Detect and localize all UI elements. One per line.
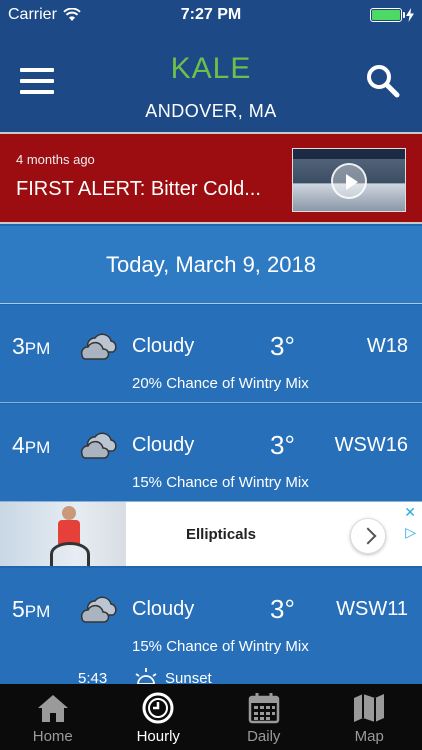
tab-label: Map [354, 728, 384, 745]
hour-condition: Cloudy [132, 598, 195, 620]
ad-banner[interactable]: Ellipticals ✕ ▷ [0, 502, 422, 566]
hourly-row[interactable]: 4PM Cloudy 3° WSW16 15% Chance of Wintry… [0, 404, 422, 502]
hour-temperature: 3° [270, 594, 295, 624]
wifi-icon [63, 8, 81, 21]
ad-chevron-right-icon[interactable] [350, 518, 386, 554]
thumbnail-strip [293, 149, 405, 159]
ad-choices-icon[interactable]: ▷ [405, 524, 416, 541]
app-logo: KALE [170, 52, 252, 85]
ad-title[interactable]: Ellipticals [186, 526, 256, 543]
home-icon [37, 695, 68, 722]
cloudy-icon [80, 596, 117, 623]
alert-banner[interactable]: 4 months ago FIRST ALERT: Bitter Cold... [0, 132, 422, 224]
hour-time: 3PM [12, 333, 51, 359]
hour-precipitation: 20% Chance of Wintry Mix [132, 375, 309, 392]
hour-condition: Cloudy [132, 335, 195, 357]
ad-close-icon[interactable]: ✕ [404, 504, 416, 521]
tab-bar: Home Hourly Daily Map [0, 684, 422, 750]
sunset-icon [135, 668, 157, 685]
status-right [370, 8, 414, 22]
alert-video-thumbnail[interactable] [292, 148, 406, 212]
hour-time: 5PM [12, 596, 51, 622]
hour-wind: WSW11 [336, 598, 408, 620]
hour-temperature: 3° [270, 430, 295, 460]
status-bar: Carrier 7:27 PM [0, 0, 422, 30]
hour-temperature: 3° [270, 331, 295, 361]
alert-age: 4 months ago [16, 152, 95, 167]
status-left: Carrier [8, 6, 81, 24]
ad-figure-body [58, 520, 80, 544]
tab-map[interactable]: Map [317, 684, 422, 750]
tab-hourly[interactable]: Hourly [106, 684, 212, 750]
tab-label: Daily [247, 728, 281, 745]
cloudy-icon [80, 432, 117, 459]
ad-image[interactable] [0, 502, 126, 566]
alert-headline[interactable]: FIRST ALERT: Bitter Cold... [16, 178, 261, 201]
battery-fill [372, 10, 400, 20]
location-label[interactable]: ANDOVER, MA [0, 101, 422, 122]
hour-precipitation: 15% Chance of Wintry Mix [132, 638, 309, 655]
map-icon [354, 694, 385, 722]
calendar-icon [248, 693, 279, 724]
play-icon[interactable] [331, 163, 367, 199]
app-header: KALE ANDOVER, MA [0, 30, 422, 132]
hour-condition: Cloudy [132, 434, 195, 456]
hour-wind: W18 [366, 335, 408, 357]
tab-label: Hourly [136, 728, 180, 745]
hour-wind: WSW16 [334, 434, 408, 456]
hour-precipitation: 15% Chance of Wintry Mix [132, 474, 309, 491]
hourly-row[interactable]: 3PM Cloudy 3° W18 20% Chance of Wintry M… [0, 305, 422, 403]
carrier-label: Carrier [8, 6, 57, 23]
search-icon[interactable] [366, 64, 400, 98]
ad-figure-head [62, 506, 76, 520]
ad-elliptical-machine [50, 542, 90, 566]
battery-icon [370, 8, 405, 22]
tab-daily[interactable]: Daily [211, 684, 317, 750]
hour-time: 4PM [12, 432, 51, 458]
cloudy-icon [80, 333, 117, 360]
charging-icon [406, 8, 414, 22]
clock-icon [142, 692, 174, 724]
forecast-date-label: Today, March 9, 2018 [106, 251, 316, 277]
hourly-row[interactable]: 5PM Cloudy 3° WSW11 15% Chance of Wintry… [0, 568, 422, 687]
tab-home[interactable]: Home [0, 684, 106, 750]
tab-label: Home [32, 728, 73, 745]
forecast-date: Today, March 9, 2018 [0, 226, 422, 304]
